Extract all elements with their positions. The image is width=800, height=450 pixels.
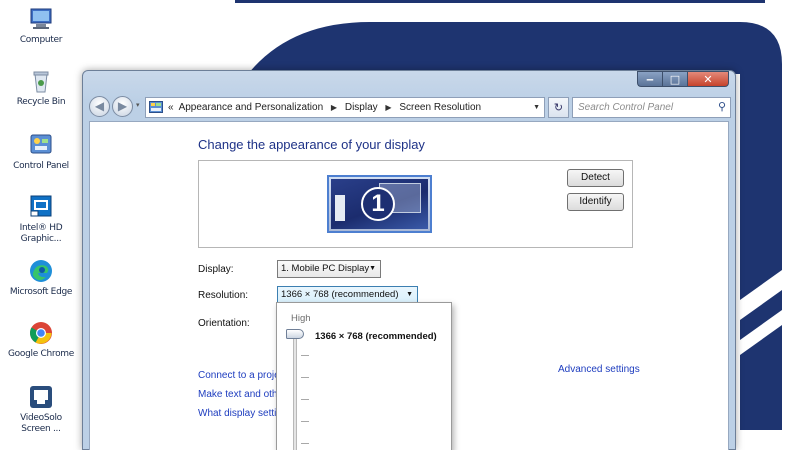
slider-tick bbox=[301, 421, 309, 422]
breadcrumb-separator-icon[interactable]: ▶ bbox=[380, 103, 396, 112]
slider-tick bbox=[301, 443, 309, 444]
resolution-label: Resolution: bbox=[198, 290, 249, 301]
monitor-1-preview[interactable]: 1 bbox=[327, 175, 432, 233]
monitor-screen: 1 bbox=[331, 179, 428, 229]
recycle-bin-icon bbox=[28, 68, 54, 94]
breadcrumb-separator-icon[interactable]: ▶ bbox=[326, 103, 342, 112]
desktop-icon-chrome[interactable]: Google Chrome bbox=[6, 320, 76, 360]
monitor-number-badge: 1 bbox=[361, 187, 395, 221]
advanced-settings-link[interactable]: Advanced settings bbox=[558, 364, 640, 375]
breadcrumb-item-appearance[interactable]: Appearance and Personalization bbox=[179, 102, 324, 113]
desktop-icon-label: Computer bbox=[19, 35, 63, 45]
control-panel-icon bbox=[28, 132, 54, 158]
resolution-select-value: 1366 × 768 (recommended) bbox=[281, 289, 399, 300]
desktop-icon-label: Google Chrome bbox=[8, 349, 74, 359]
desktop-icon-label: Microsoft Edge bbox=[9, 287, 73, 297]
display-select[interactable]: 1. Mobile PC Display ▼ bbox=[277, 260, 381, 278]
resolution-slider-thumb[interactable] bbox=[286, 329, 304, 339]
navigation-bar: ◀ ▶ ▾ « Appearance and Personalization ▶… bbox=[89, 95, 731, 119]
breadcrumb-item-screen-resolution[interactable]: Screen Resolution bbox=[399, 102, 481, 113]
connect-projector-link[interactable]: Connect to a projec bbox=[198, 370, 285, 381]
search-placeholder: Search Control Panel bbox=[578, 102, 674, 113]
breadcrumb-overflow[interactable]: « bbox=[168, 102, 174, 113]
monitor-arrangement-panel: 1 Detect Identify bbox=[198, 160, 633, 248]
minimize-button[interactable]: ‒ bbox=[637, 71, 662, 87]
breadcrumb: « Appearance and Personalization ▶ Displ… bbox=[168, 98, 481, 117]
maximize-icon: □ bbox=[669, 72, 681, 86]
slider-tick bbox=[301, 399, 309, 400]
desktop-icon-label: VideoSolo Screen ... bbox=[20, 413, 62, 434]
recent-pages-dropdown[interactable]: ▾ bbox=[136, 101, 140, 109]
intel-graphics-icon bbox=[28, 194, 54, 220]
desktop-icon-edge[interactable]: Microsoft Edge bbox=[6, 258, 76, 298]
close-button[interactable]: ✕ bbox=[687, 71, 729, 87]
forward-button[interactable]: ▶ bbox=[112, 96, 133, 117]
resolution-slider-track[interactable] bbox=[293, 333, 297, 450]
edge-icon bbox=[28, 258, 54, 284]
slider-tick bbox=[301, 355, 309, 356]
refresh-button[interactable]: ↻ bbox=[548, 97, 569, 118]
identify-button[interactable]: Identify bbox=[567, 193, 624, 211]
maximize-button[interactable]: □ bbox=[662, 71, 687, 87]
desktop-icon-label: Recycle Bin bbox=[16, 97, 66, 107]
minimize-icon: ‒ bbox=[646, 72, 654, 86]
desktop-icon-label: Control Panel bbox=[13, 161, 69, 171]
back-arrow-icon: ◀ bbox=[94, 99, 105, 113]
detect-button[interactable]: Detect bbox=[567, 169, 624, 187]
desktop-icon-videosolo[interactable]: VideoSolo Screen ... bbox=[6, 384, 76, 435]
display-label: Display: bbox=[198, 264, 234, 275]
monitor-sidebar-graphic bbox=[335, 195, 345, 221]
desktop-icon-computer[interactable]: Computer bbox=[6, 6, 76, 46]
refresh-icon: ↻ bbox=[553, 101, 564, 114]
search-icon[interactable]: ⚲ bbox=[718, 98, 726, 117]
desktop-icon-control-panel[interactable]: Control Panel bbox=[6, 132, 76, 172]
computer-icon bbox=[28, 6, 54, 32]
orientation-label: Orientation: bbox=[198, 318, 250, 329]
make-text-larger-link[interactable]: Make text and other bbox=[198, 389, 286, 400]
close-icon: ✕ bbox=[703, 72, 713, 86]
slider-tick bbox=[301, 377, 309, 378]
desktop-icon-intel-graphics[interactable]: Intel® HD Graphic... bbox=[6, 194, 76, 245]
page-title: Change the appearance of your display bbox=[198, 137, 425, 152]
address-dropdown-icon[interactable]: ▼ bbox=[533, 98, 540, 117]
videosolo-icon bbox=[28, 384, 54, 410]
display-settings-help-link[interactable]: What display setting bbox=[198, 408, 288, 419]
selected-resolution-label[interactable]: 1366 × 768 (recommended) bbox=[315, 331, 437, 342]
chevron-down-icon: ▾ bbox=[136, 102, 140, 109]
display-select-value: 1. Mobile PC Display bbox=[281, 263, 370, 274]
resolution-dropdown-panel: High 1366 × 768 (recommended) bbox=[276, 302, 452, 450]
back-button[interactable]: ◀ bbox=[89, 96, 110, 117]
control-panel-icon bbox=[149, 101, 163, 113]
address-bar[interactable]: « Appearance and Personalization ▶ Displ… bbox=[145, 97, 545, 118]
forward-arrow-icon: ▶ bbox=[117, 99, 128, 113]
window-controls: ‒ □ ✕ bbox=[637, 71, 729, 87]
search-input[interactable]: Search Control Panel ⚲ bbox=[572, 97, 731, 118]
chrome-icon bbox=[28, 320, 54, 346]
chevron-down-icon: ▼ bbox=[406, 291, 413, 298]
slider-high-label: High bbox=[291, 313, 311, 324]
breadcrumb-item-display[interactable]: Display bbox=[345, 102, 378, 113]
chevron-down-icon: ▼ bbox=[369, 265, 376, 272]
desktop-icon-recycle-bin[interactable]: Recycle Bin bbox=[6, 68, 76, 108]
desktop-icon-label: Intel® HD Graphic... bbox=[19, 223, 63, 244]
